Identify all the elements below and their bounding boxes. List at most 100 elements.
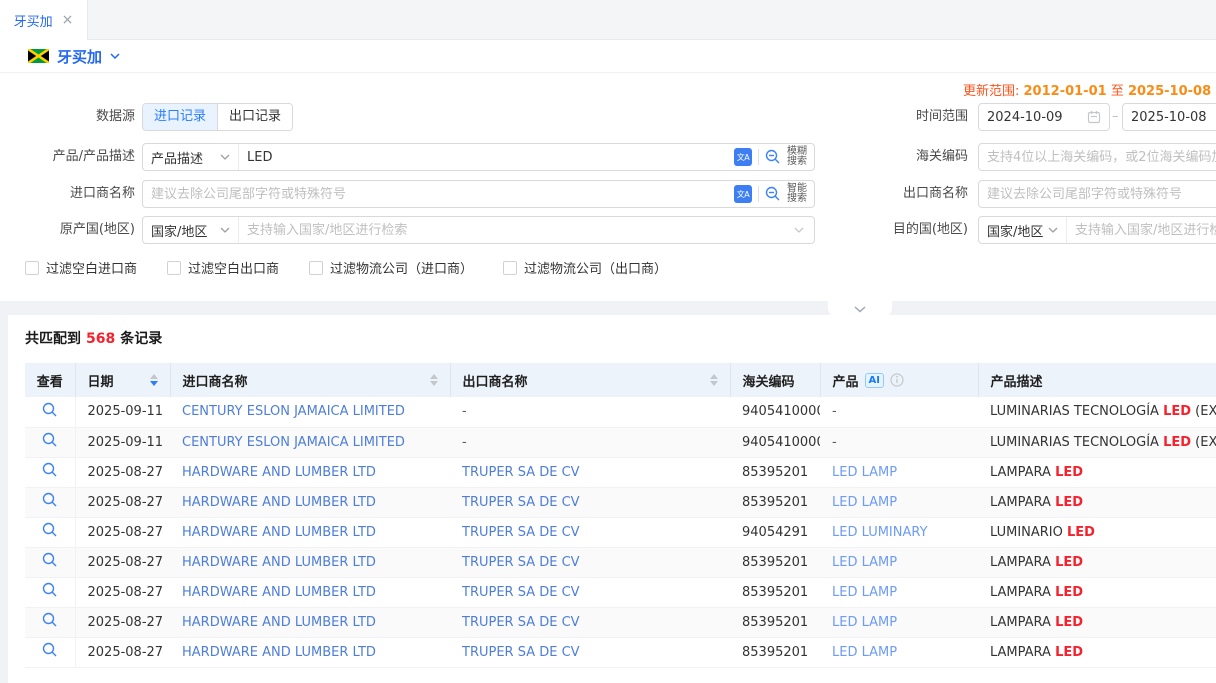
update-range-end: 2025-10-08	[1128, 84, 1211, 99]
fuzzy-search-label[interactable]: 模糊 搜索	[787, 147, 807, 167]
view-cell[interactable]	[25, 457, 75, 487]
view-cell[interactable]	[25, 577, 75, 607]
tab-close-icon[interactable]: ×	[62, 13, 74, 27]
view-cell[interactable]	[25, 607, 75, 637]
destination-country-input[interactable]	[1067, 217, 1216, 243]
description-text: LUMINARIO	[990, 525, 1067, 540]
hs-code-cell: 85395201	[730, 607, 820, 637]
product-type-select[interactable]: 产品描述	[143, 144, 239, 170]
product-input[interactable]	[239, 144, 730, 170]
exporter-input[interactable]	[979, 181, 1216, 207]
description-highlight: LED	[1163, 435, 1191, 450]
view-icon[interactable]	[42, 407, 58, 422]
info-icon[interactable]	[890, 373, 904, 387]
exporter-link[interactable]: TRUPER SA DE CV	[462, 645, 580, 660]
importer-field: 文A 智能 搜索	[142, 180, 815, 208]
exporter-link[interactable]: TRUPER SA DE CV	[462, 525, 580, 540]
product-link[interactable]: LED LAMP	[832, 615, 897, 630]
end-date-input[interactable]	[1123, 104, 1216, 130]
hs-code-cell: 94054291	[730, 517, 820, 547]
exporter-link[interactable]: TRUPER SA DE CV	[462, 555, 580, 570]
collapse-filters-button[interactable]	[828, 301, 892, 318]
description-highlight: LED	[1067, 525, 1095, 540]
sort-exporter[interactable]	[710, 374, 718, 386]
exporter-link[interactable]: TRUPER SA DE CV	[462, 615, 580, 630]
tab-jamaica[interactable]: 牙买加 ×	[0, 0, 88, 40]
table-row: 2025-08-27HARDWARE AND LUMBER LTDTRUPER …	[25, 547, 1216, 577]
view-cell[interactable]	[25, 397, 75, 427]
view-icon[interactable]	[42, 617, 58, 632]
checkbox[interactable]	[503, 261, 517, 275]
view-icon[interactable]	[42, 647, 58, 662]
hs-code-cell: 85395201	[730, 577, 820, 607]
translate-icon[interactable]: 文A	[734, 185, 752, 203]
importer-link[interactable]: HARDWARE AND LUMBER LTD	[182, 555, 376, 570]
sort-importer[interactable]	[430, 374, 438, 386]
importer-link[interactable]: HARDWARE AND LUMBER LTD	[182, 585, 376, 600]
checkbox[interactable]	[25, 261, 39, 275]
sort-date[interactable]	[150, 374, 158, 386]
view-cell[interactable]	[25, 487, 75, 517]
description-cell: LAMPARA LED	[978, 577, 1216, 607]
hs-code-cell: 85395201	[730, 487, 820, 517]
smart-search-label[interactable]: 智能 搜索	[787, 184, 807, 204]
view-cell[interactable]	[25, 427, 75, 457]
view-cell[interactable]	[25, 547, 75, 577]
tab-label: 牙买加	[14, 11, 53, 30]
destination-country-select[interactable]: 国家/地区	[979, 217, 1067, 243]
importer-link[interactable]: CENTURY ESLON JAMAICA LIMITED	[182, 435, 405, 450]
checkbox[interactable]	[167, 261, 181, 275]
empty-value: -	[832, 404, 837, 419]
view-icon[interactable]	[42, 497, 58, 512]
chevron-down-icon[interactable]	[110, 53, 120, 59]
importer-link[interactable]: HARDWARE AND LUMBER LTD	[182, 525, 376, 540]
table-body: 2025-09-11CENTURY ESLON JAMAICA LIMITED-…	[25, 397, 1216, 667]
importer-link[interactable]: HARDWARE AND LUMBER LTD	[182, 495, 376, 510]
exporter-cell: -	[450, 397, 730, 427]
view-icon[interactable]	[42, 557, 58, 572]
export-records-button[interactable]: 出口记录	[217, 104, 292, 130]
origin-country-select[interactable]: 国家/地区	[143, 217, 239, 243]
date-cell: 2025-08-27	[75, 457, 170, 487]
description-text: LAMPARA	[990, 645, 1055, 660]
importer-input[interactable]	[143, 181, 730, 207]
hs-code-input[interactable]	[979, 144, 1216, 170]
col-importer: 进口商名称	[170, 363, 450, 397]
divider	[758, 186, 759, 202]
exporter-link[interactable]: TRUPER SA DE CV	[462, 465, 580, 480]
checkbox[interactable]	[309, 261, 323, 275]
exporter-link[interactable]: TRUPER SA DE CV	[462, 495, 580, 510]
view-icon[interactable]	[42, 527, 58, 542]
importer-link[interactable]: HARDWARE AND LUMBER LTD	[182, 645, 376, 660]
update-range: 更新范围: 2012-01-01 至 2025-10-08	[963, 80, 1211, 99]
import-records-button[interactable]: 进口记录	[143, 104, 217, 130]
hs-code-cell: 85395201	[730, 637, 820, 667]
filter-checkbox-item: 过滤空白出口商	[167, 258, 279, 277]
view-icon[interactable]	[42, 437, 58, 452]
translate-icon[interactable]: 文A	[734, 148, 752, 166]
view-cell[interactable]	[25, 517, 75, 547]
product-cell: LED LUMINARY	[820, 517, 978, 547]
view-cell[interactable]	[25, 637, 75, 667]
start-date-input[interactable]	[979, 104, 1087, 130]
product-link[interactable]: LED LAMP	[832, 465, 897, 480]
view-icon[interactable]	[42, 467, 58, 482]
hs-code-field	[978, 143, 1216, 171]
product-link[interactable]: LED LAMP	[832, 645, 897, 660]
importer-link[interactable]: HARDWARE AND LUMBER LTD	[182, 465, 376, 480]
fuzzy-search-icon[interactable]	[765, 149, 781, 165]
page-header: 牙买加	[0, 40, 1216, 73]
smart-search-icon[interactable]	[765, 186, 781, 202]
chevron-down-icon	[794, 227, 804, 233]
product-link[interactable]: LED LUMINARY	[832, 525, 928, 540]
product-link[interactable]: LED LAMP	[832, 495, 897, 510]
product-link[interactable]: LED LAMP	[832, 555, 897, 570]
exporter-link[interactable]: TRUPER SA DE CV	[462, 585, 580, 600]
importer-link[interactable]: HARDWARE AND LUMBER LTD	[182, 615, 376, 630]
origin-country-input[interactable]	[239, 217, 794, 243]
exporter-cell: TRUPER SA DE CV	[450, 517, 730, 547]
product-link[interactable]: LED LAMP	[832, 585, 897, 600]
view-icon[interactable]	[42, 587, 58, 602]
exporter-cell: TRUPER SA DE CV	[450, 637, 730, 667]
importer-link[interactable]: CENTURY ESLON JAMAICA LIMITED	[182, 404, 405, 419]
